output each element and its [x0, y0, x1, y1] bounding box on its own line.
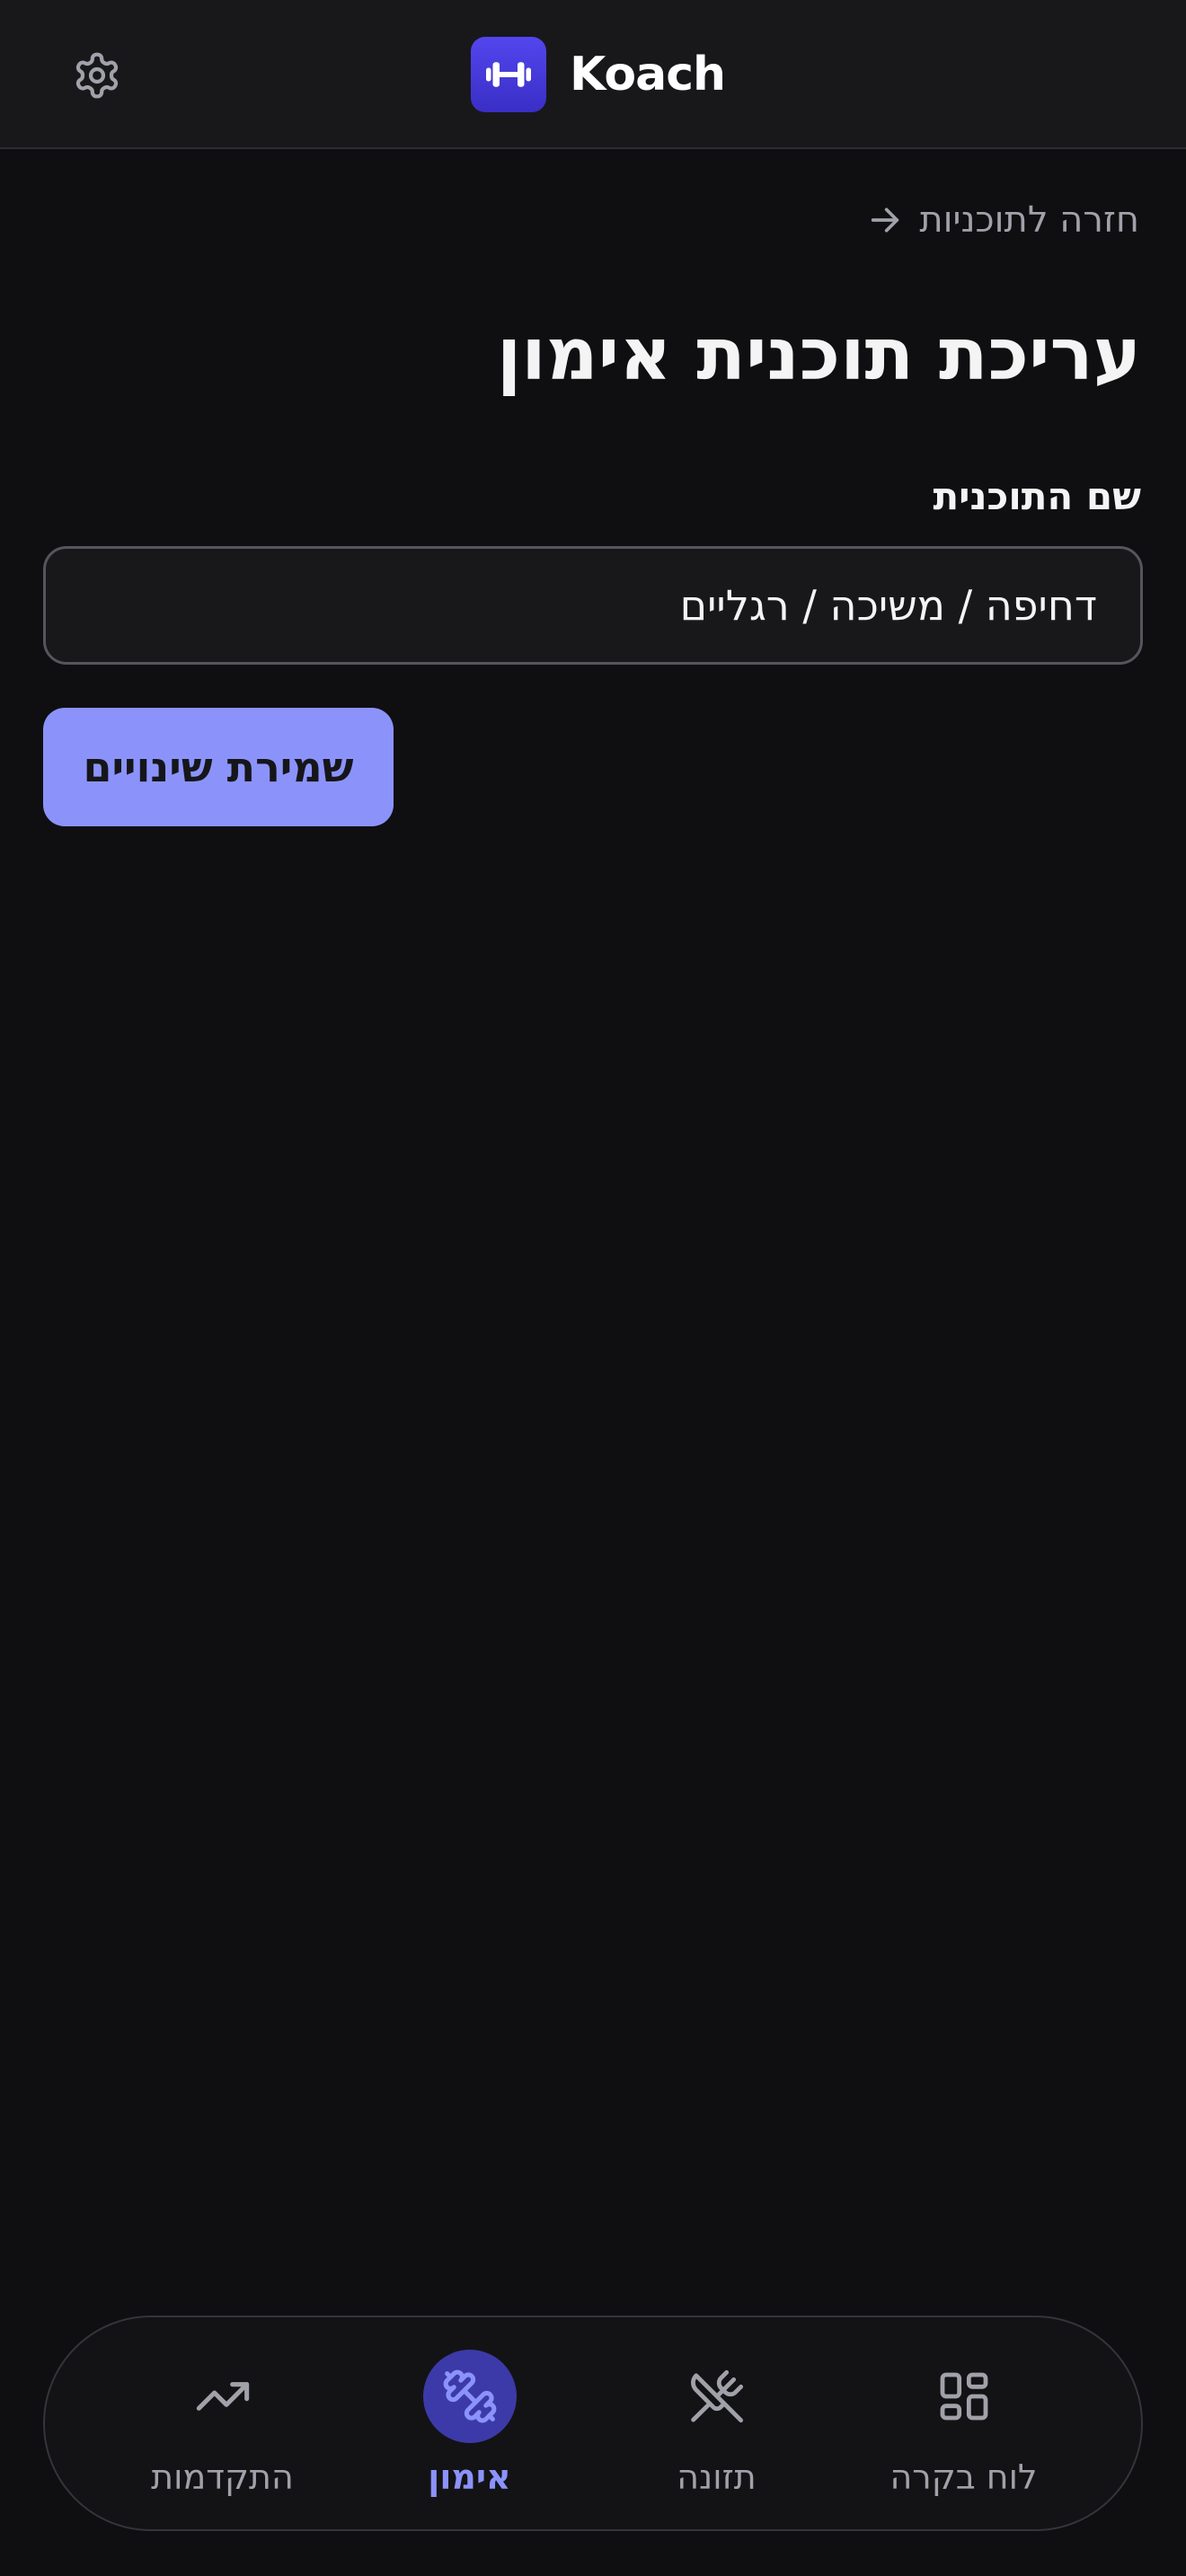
save-changes-button[interactable]: שמירת שינויים [43, 708, 394, 826]
nav-label-workout: אימון [428, 2457, 511, 2497]
back-link-label: חזרה לתוכניות [919, 199, 1139, 241]
plan-name-input[interactable] [43, 546, 1143, 665]
utensils-crossed-icon [690, 2369, 743, 2423]
nav-label-dashboard: לוח בקרה [890, 2457, 1038, 2497]
nav-icon-wrap-active [422, 2350, 517, 2443]
dashboard-icon [940, 2372, 987, 2421]
dumbbell-icon [443, 2369, 496, 2423]
nav-icon-wrap [176, 2350, 270, 2443]
nav-item-nutrition[interactable]: תזונה [609, 2317, 825, 2529]
gear-icon [75, 52, 119, 99]
nav-item-dashboard[interactable]: לוח בקרה [856, 2317, 1072, 2529]
bottom-nav: לוח בקרה תזונה אימון התקדמות [43, 2316, 1143, 2531]
nav-item-workout[interactable]: אימון [362, 2317, 578, 2529]
nav-label-progress: התקדמות [151, 2457, 294, 2497]
page-title: עריכת תוכנית אימון [496, 313, 1141, 396]
brand-name: Koach [570, 48, 726, 101]
nav-icon-wrap [917, 2350, 1011, 2443]
app-header: Koach [0, 0, 1186, 149]
trending-up-icon [196, 2382, 249, 2411]
back-to-plans-link[interactable]: חזרה לתוכניות [867, 192, 1139, 248]
brand[interactable]: Koach [471, 36, 726, 113]
settings-button[interactable] [61, 41, 133, 110]
app-logo [471, 37, 546, 112]
plan-name-label: שם התוכנית [933, 474, 1141, 518]
nav-label-nutrition: תזונה [677, 2457, 757, 2497]
arrow-right-icon [872, 207, 899, 233]
page: Koach חזרה לתוכניות עריכת תוכנית אימון ש… [0, 0, 1186, 2576]
nav-icon-wrap [670, 2350, 764, 2443]
dumbbell-icon [486, 62, 531, 87]
nav-item-progress[interactable]: התקדמות [115, 2317, 331, 2529]
